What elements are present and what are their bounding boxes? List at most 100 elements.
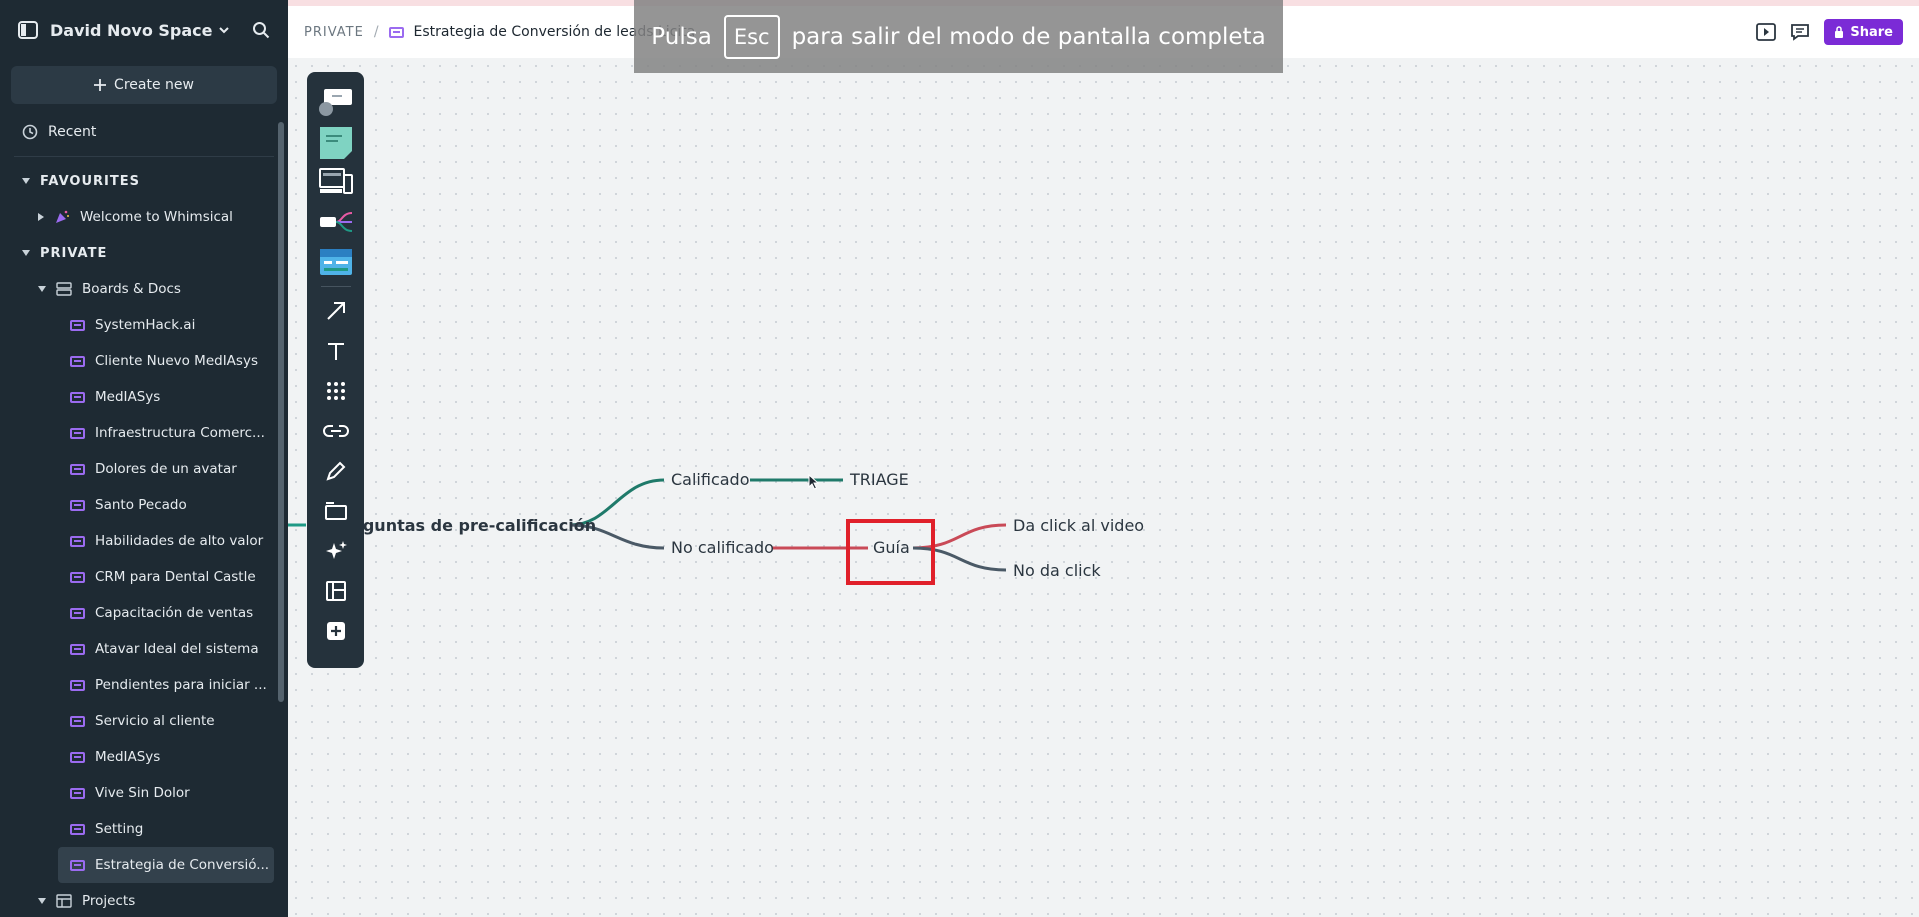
recent-item[interactable]: Recent <box>0 108 288 156</box>
board-icon <box>388 26 404 38</box>
recent-label: Recent <box>48 124 97 140</box>
top-actions: Share <box>1756 19 1903 45</box>
chevron-down-icon <box>218 26 229 34</box>
sidebar-item-board[interactable]: CRM para Dental Castle <box>0 559 288 595</box>
esc-key: Esc <box>723 14 780 59</box>
fullscreen-notice-pre: Pulsa <box>651 23 712 50</box>
sidebar-item-board[interactable]: Vive Sin Dolor <box>0 775 288 811</box>
tool-connector[interactable] <box>307 291 364 331</box>
tool-templates[interactable] <box>307 571 364 611</box>
board-icon <box>70 391 85 403</box>
mindmap-node-da-click[interactable]: Da click al video <box>1013 516 1144 535</box>
toolbar-divider <box>320 286 351 287</box>
sidebar-item-board[interactable]: Servicio al cliente <box>0 703 288 739</box>
board-icon <box>70 679 85 691</box>
sidebar-item-board[interactable]: Capacitación de ventas <box>0 595 288 631</box>
arrow-icon <box>325 300 347 322</box>
sidebar-item-welcome[interactable]: Welcome to Whimsical <box>0 199 288 235</box>
sidebar-item-label: MedIASys <box>95 389 161 405</box>
sidebar-item-label: Dolores de un avatar <box>95 461 237 477</box>
tool-frame[interactable] <box>307 491 364 531</box>
plus-square-icon <box>325 620 347 642</box>
tool-mindmap[interactable] <box>307 202 364 242</box>
sidebar-item-label: Estrategia de Conversió... <box>95 857 270 873</box>
section-favourites[interactable]: FAVOURITES <box>0 163 288 199</box>
sidebar-item-board-active[interactable]: Estrategia de Conversió... <box>58 847 274 883</box>
sidebar-item-board[interactable]: SystemHack.ai <box>0 307 288 343</box>
breadcrumb-section[interactable]: PRIVATE <box>304 25 364 40</box>
sidebar-item-label: Santo Pecado <box>95 497 187 513</box>
board-icon <box>70 499 85 511</box>
sticky-note-icon <box>318 125 354 159</box>
tool-grid[interactable] <box>307 371 364 411</box>
sidebar-item-label: SystemHack.ai <box>95 317 196 333</box>
section-favourites-label: FAVOURITES <box>40 173 140 189</box>
board-icon <box>70 319 85 331</box>
workspace-switcher[interactable]: David Novo Space <box>50 21 240 40</box>
board-icon <box>70 463 85 475</box>
board-icon <box>70 715 85 727</box>
sidebar-item-board[interactable]: Pendientes para iniciar ... <box>0 667 288 703</box>
present-icon[interactable] <box>1756 23 1777 41</box>
tool-add-more[interactable] <box>307 611 364 651</box>
fullscreen-notice-post: para salir del modo de pantalla completa <box>791 23 1266 50</box>
grid-dots-icon <box>325 380 347 402</box>
board-icon <box>70 751 85 763</box>
tool-doc[interactable] <box>307 242 364 282</box>
board-icon <box>70 571 85 583</box>
tool-sticky-note[interactable] <box>307 122 364 162</box>
sparkles-icon <box>324 539 348 563</box>
mindmap-node-triage[interactable]: TRIAGE <box>850 470 909 489</box>
sidebar-item-board[interactable]: MedIASys <box>0 739 288 775</box>
tool-text[interactable] <box>307 331 364 371</box>
section-private[interactable]: PRIVATE <box>0 235 288 271</box>
sidebar-scrollbar[interactable] <box>278 122 284 702</box>
sidebar-header: David Novo Space <box>0 0 288 60</box>
section-private-label: PRIVATE <box>40 245 108 261</box>
sidebar-toggle-icon[interactable] <box>18 21 38 39</box>
caret-down-icon <box>38 898 46 904</box>
doc-card-icon <box>318 247 354 277</box>
caret-down-icon <box>22 250 30 256</box>
table-icon <box>56 894 72 908</box>
folder-stack-icon <box>56 282 72 296</box>
lock-icon <box>1834 26 1844 38</box>
sidebar-item-board[interactable]: Infraestructura Comerc... <box>0 415 288 451</box>
fullscreen-exit-notice: Pulsa Esc para salir del modo de pantall… <box>634 0 1283 73</box>
mindmap-node-no-calificado[interactable]: No calificado <box>671 538 774 557</box>
sidebar-item-board[interactable]: Dolores de un avatar <box>0 451 288 487</box>
sidebar-item-board[interactable]: Habilidades de alto valor <box>0 523 288 559</box>
caret-right-icon <box>38 213 44 221</box>
sidebar: David Novo Space Create new Recent FAVOU… <box>0 0 288 917</box>
link-icon <box>322 423 349 439</box>
create-new-label: Create new <box>114 77 194 93</box>
board-icon <box>70 355 85 367</box>
folder-boards-docs[interactable]: Boards & Docs <box>0 271 288 307</box>
tool-link[interactable] <box>307 411 364 451</box>
board-canvas[interactable] <box>288 58 1919 917</box>
tool-pen[interactable] <box>307 451 364 491</box>
board-icon <box>70 607 85 619</box>
selection-highlight-box <box>846 519 935 585</box>
tool-flowchart[interactable] <box>307 82 364 122</box>
folder-projects[interactable]: Projects <box>0 883 288 917</box>
mindmap-node-calificado[interactable]: Calificado <box>671 470 750 489</box>
comment-icon[interactable] <box>1790 23 1810 41</box>
sidebar-item-label: Atavar Ideal del sistema <box>95 641 259 657</box>
create-new-button[interactable]: Create new <box>11 66 277 104</box>
mindmap-node-no-da-click[interactable]: No da click <box>1013 561 1101 580</box>
sidebar-item-board[interactable]: Atavar Ideal del sistema <box>0 631 288 667</box>
sidebar-divider <box>14 156 274 157</box>
creation-toolbar <box>307 72 364 668</box>
mindmap-node-root[interactable]: eguntas de pre-calificación <box>352 516 596 535</box>
search-icon[interactable] <box>252 21 270 39</box>
tool-ai[interactable] <box>307 531 364 571</box>
share-button[interactable]: Share <box>1824 19 1903 45</box>
sidebar-item-board[interactable]: Santo Pecado <box>0 487 288 523</box>
sidebar-item-label: Vive Sin Dolor <box>95 785 190 801</box>
sidebar-item-board[interactable]: MedIASys <box>0 379 288 415</box>
tool-wireframe[interactable] <box>307 162 364 202</box>
board-icon <box>70 823 85 835</box>
sidebar-item-board[interactable]: Setting <box>0 811 288 847</box>
sidebar-item-board[interactable]: Cliente Nuevo MedIAsys <box>0 343 288 379</box>
